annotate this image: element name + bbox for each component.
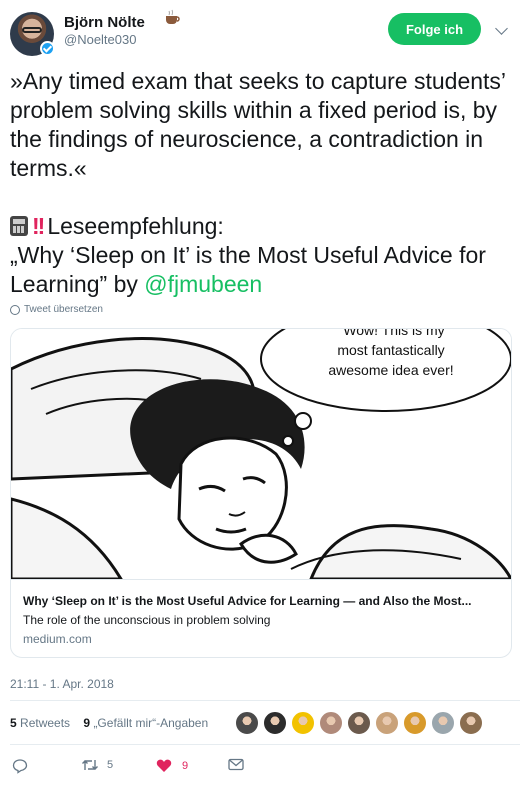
liker-avatar[interactable] [375,711,399,735]
retweet-button[interactable]: 5 [81,758,113,772]
liker-avatars [235,711,487,735]
verified-badge-icon [40,41,55,56]
bubble-line-1: Wow! This is my [343,329,444,338]
reco-label: Leseempfehlung: [47,213,224,239]
retweet-count: 5 [107,759,114,771]
translate-link[interactable]: Tweet übersetzen [10,304,103,315]
tweet-quote: »Any timed exam that seeks to capture st… [10,68,506,181]
bubble-line-2: most fantastically [337,342,444,358]
follow-button[interactable]: Folge ich [388,13,481,45]
translate-label: Tweet übersetzen [24,304,103,315]
retweet-icon [82,760,98,770]
liker-avatar[interactable] [431,711,455,735]
envelope-icon [228,758,244,771]
liker-avatar[interactable] [319,711,343,735]
double-exclamation-icon: !! [32,213,45,239]
globe-icon [10,304,20,315]
direct-message-button[interactable] [228,758,244,771]
liker-avatar[interactable] [235,711,259,735]
likes-count: 9 [83,716,91,730]
likes-stat[interactable]: 9 „Gefällt mir“-Angaben [83,716,208,730]
like-count: 9 [182,759,189,772]
tweet-recommendation: !! Leseempfehlung: „Why ‘Sleep on It’ is … [10,212,520,299]
card-meta: Why ‘Sleep on It’ is the Most Useful Adv… [11,579,511,657]
card-domain: medium.com [23,632,92,646]
coffee-icon [166,9,180,24]
divider [10,744,520,745]
liker-avatar[interactable] [347,711,371,735]
heart-icon [156,759,172,772]
divider [10,700,520,701]
reply-icon [12,759,28,774]
bubble-line-3: awesome idea ever! [328,362,453,378]
card-title[interactable]: Why ‘Sleep on It’ is the Most Useful Adv… [23,594,499,608]
action-bar: 5 9 [0,755,529,781]
reply-button[interactable] [12,758,28,774]
liker-avatar[interactable] [403,711,427,735]
like-button[interactable]: 9 [156,758,188,773]
tweet-header: Björn Nölte @Noelte030 Folge ich [0,0,529,66]
likes-label: „Gefällt mir“-Angaben [93,716,209,730]
link-card[interactable]: Wow! This is my most fantastically aweso… [10,328,512,658]
tweet-text: »Any timed exam that seeks to capture st… [10,67,520,299]
abacus-icon [10,216,28,236]
author-name[interactable]: Björn Nölte [64,14,145,31]
retweets-stat[interactable]: 5 Retweets [10,716,70,730]
retweets-label: Retweets [20,716,71,730]
tweet-stats: 5 Retweets 9 „Gefällt mir“-Angaben [10,716,208,730]
liker-avatar[interactable] [291,711,315,735]
retweets-count: 5 [10,716,17,730]
mention-link[interactable]: @fjmubeen [144,271,262,297]
author-handle[interactable]: @Noelte030 [64,32,136,47]
card-description: The role of the unconscious in problem s… [23,613,271,627]
chevron-down-icon[interactable] [495,22,508,35]
liker-avatar[interactable] [263,711,287,735]
tweet-timestamp[interactable]: 21:11 - 1. Apr. 2018 [10,677,114,691]
liker-avatar[interactable] [459,711,483,735]
card-image: Wow! This is my most fantastically aweso… [11,329,511,579]
